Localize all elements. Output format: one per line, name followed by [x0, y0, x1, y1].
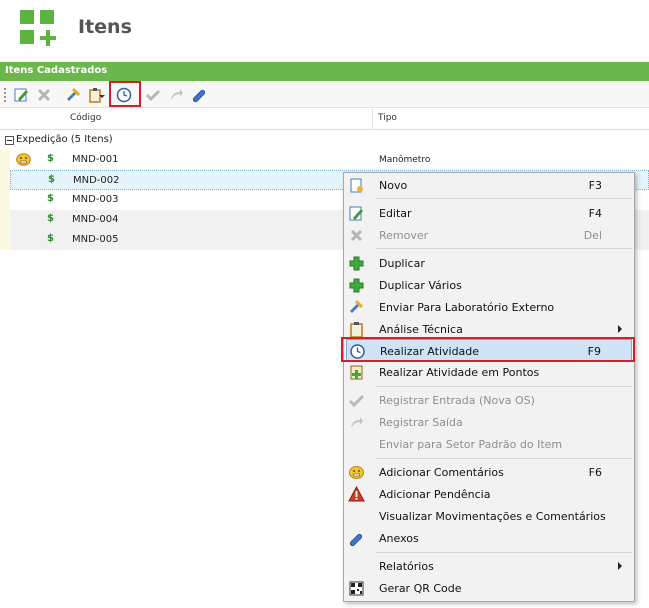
- menu-item-duplicar-varios[interactable]: Duplicar Vários: [346, 274, 632, 296]
- group-label: Expedição (5 Itens): [16, 134, 113, 145]
- menu-item-registrar-saida[interactable]: Registrar Saída: [346, 411, 632, 433]
- panel-title: Itens Cadastrados: [5, 65, 108, 76]
- page-header: Itens: [0, 0, 649, 60]
- menu-item-visualizar-movimentacoes[interactable]: Visualizar Movimentações e Comentários: [346, 505, 632, 527]
- send-lab-icon: [350, 299, 364, 313]
- register-exit-icon[interactable]: [166, 85, 186, 105]
- item-code: MND-004: [72, 214, 119, 225]
- send-lab-icon[interactable]: [63, 85, 83, 105]
- clipboard-icon: [350, 322, 363, 338]
- price-icon: $: [47, 213, 54, 224]
- clipboard-dropdown-icon[interactable]: [98, 85, 106, 105]
- item-code: MND-005: [72, 234, 119, 245]
- qr-code-icon: [349, 581, 364, 596]
- price-icon: $: [47, 193, 54, 204]
- menu-item-registrar-entrada[interactable]: Registrar Entrada (Nova OS): [346, 389, 632, 411]
- menu-item-duplicar[interactable]: Duplicar: [346, 252, 632, 274]
- item-tipo: Manômetro: [379, 155, 431, 165]
- toolbar-grip[interactable]: [4, 88, 6, 102]
- page-title: Itens: [78, 16, 132, 38]
- new-doc-icon: [350, 178, 363, 193]
- comment-icon[interactable]: [16, 153, 31, 166]
- register-exit-icon: [351, 417, 363, 428]
- group-row-expedicao[interactable]: Expedição (5 Itens): [0, 133, 649, 149]
- warning-icon: [348, 486, 365, 502]
- column-header-tipo[interactable]: Tipo: [378, 113, 397, 123]
- remove-icon: [350, 229, 363, 242]
- points-icon: [350, 365, 363, 380]
- remove-icon[interactable]: [34, 85, 54, 105]
- price-icon: $: [47, 233, 54, 244]
- menu-item-anexos[interactable]: Anexos: [346, 527, 632, 549]
- price-icon: $: [47, 153, 54, 164]
- grid-header: Código Tipo: [0, 108, 649, 130]
- duplicate-many-icon: [349, 278, 364, 293]
- register-entry-icon[interactable]: [143, 85, 163, 105]
- add-items-logo-icon: [20, 10, 56, 46]
- submenu-arrow-icon: [618, 562, 622, 570]
- attachment-icon[interactable]: [189, 85, 209, 105]
- menu-highlight-box: [341, 337, 635, 362]
- submenu-arrow-icon: [618, 325, 622, 333]
- toolbar: [0, 82, 649, 108]
- comment-icon: [349, 466, 364, 479]
- attachment-icon: [349, 533, 363, 547]
- menu-item-remover[interactable]: Remover Del: [346, 224, 632, 246]
- panel-title-bar: Itens Cadastrados: [0, 62, 649, 81]
- duplicate-icon: [349, 256, 364, 271]
- menu-item-adicionar-comentarios[interactable]: Adicionar Comentários F6: [346, 461, 632, 483]
- menu-item-adicionar-pendencia[interactable]: Adicionar Pendência: [346, 483, 632, 505]
- menu-item-realizar-atividade-pontos[interactable]: Realizar Atividade em Pontos: [346, 361, 632, 383]
- register-entry-icon: [348, 394, 365, 408]
- menu-item-enviar-laboratorio[interactable]: Enviar Para Laboratório Externo: [346, 296, 632, 318]
- context-menu: Novo F3 Editar F4 Remover Del Duplicar D…: [343, 172, 635, 602]
- item-code: MND-003: [72, 194, 119, 205]
- collapse-icon[interactable]: [5, 136, 14, 145]
- toolbar-highlight-box: [109, 81, 141, 107]
- item-code: MND-001: [72, 154, 119, 165]
- price-icon: $: [48, 174, 55, 185]
- item-code: MND-002: [73, 175, 120, 186]
- group-indent: [0, 150, 10, 250]
- menu-item-editar[interactable]: Editar F4: [346, 202, 632, 224]
- edit-icon: [349, 206, 363, 221]
- edit-icon[interactable]: [11, 85, 31, 105]
- menu-item-novo[interactable]: Novo F3: [346, 174, 632, 196]
- menu-item-relatorios[interactable]: Relatórios: [346, 555, 632, 577]
- table-row[interactable]: $ MND-001 Manômetro: [10, 150, 649, 170]
- menu-item-gerar-qr-code[interactable]: Gerar QR Code: [346, 577, 632, 599]
- column-header-codigo[interactable]: Código: [70, 113, 101, 123]
- menu-item-enviar-setor-padrao[interactable]: Enviar para Setor Padrão do Item: [346, 433, 632, 455]
